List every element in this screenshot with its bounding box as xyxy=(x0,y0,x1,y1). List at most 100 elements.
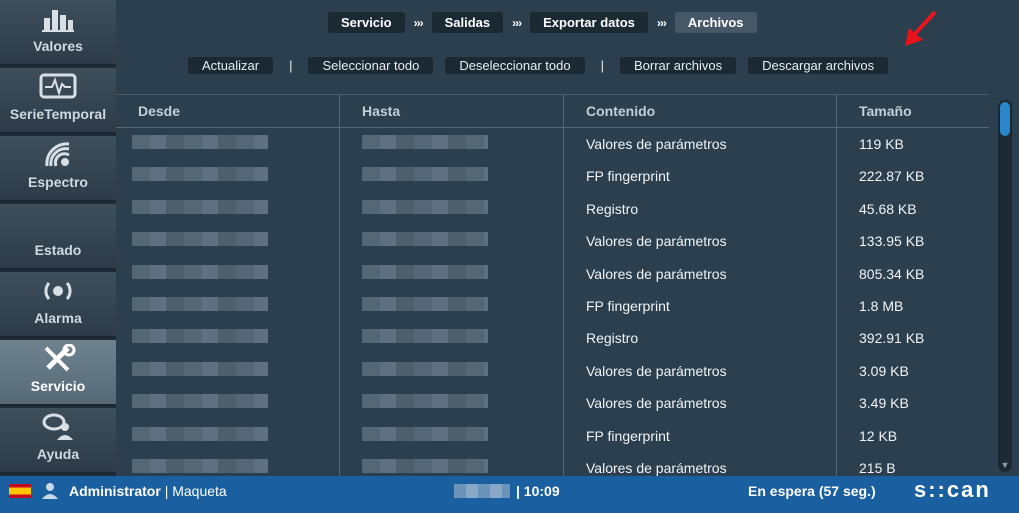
cell-contenido: Valores de parámetros xyxy=(564,128,837,161)
clock: | 10:09 xyxy=(454,483,560,499)
cell-desde xyxy=(116,225,340,258)
sidebar-item-servicio[interactable]: Servicio xyxy=(0,340,116,406)
table-row[interactable]: Valores de parámetros 119 KB xyxy=(116,128,989,161)
cell-hasta xyxy=(340,160,564,193)
scrollbar-thumb[interactable] xyxy=(1000,102,1010,136)
cell-desde xyxy=(116,289,340,323)
redacted-text xyxy=(132,199,268,214)
sidebar-item-ayuda[interactable]: Ayuda xyxy=(0,408,116,474)
sidebar-item-espectro[interactable]: Espectro xyxy=(0,136,116,202)
cell-tamano: 3.09 KB xyxy=(859,362,909,379)
scan-logo: s::can xyxy=(914,477,991,502)
redacted-text xyxy=(362,329,488,344)
redacted-text xyxy=(132,329,268,344)
table-body: Valores de parámetros 119 KB FP fingerprin… xyxy=(116,128,989,476)
select-all-button[interactable]: Seleccionar todo xyxy=(308,57,434,74)
breadcrumb-separator: ››› xyxy=(656,15,667,30)
redacted-text xyxy=(362,361,488,376)
table-header: Desde Hasta Contenido Tamaño xyxy=(116,94,989,128)
redacted-text xyxy=(132,232,268,247)
spain-flag-icon[interactable] xyxy=(9,484,31,498)
table-row[interactable]: Valores de parámetros 805.34 KB xyxy=(116,257,989,290)
redacted-text xyxy=(362,426,488,441)
download-files-button[interactable]: Descargar archivos xyxy=(748,57,889,74)
sidebar-item-alarma[interactable]: Alarma xyxy=(0,272,116,338)
table-row[interactable]: Valores de parámetros 3.09 KB xyxy=(116,354,989,388)
redacted-text xyxy=(132,135,268,149)
redacted-text xyxy=(132,426,268,441)
redacted-text xyxy=(132,264,268,279)
action-toolbar: Actualizar | Seleccionar todo Deseleccio… xyxy=(188,57,889,74)
table-row[interactable]: FP fingerprint 12 KB xyxy=(116,419,989,452)
redacted-text xyxy=(362,167,488,182)
redacted-text xyxy=(362,264,488,279)
sidebar-item-label: Servicio xyxy=(30,378,86,394)
breadcrumb-separator: ››› xyxy=(512,15,522,30)
breadcrumb-salidas[interactable]: Salidas xyxy=(431,12,504,33)
redacted-text xyxy=(362,199,488,214)
refresh-button[interactable]: Actualizar xyxy=(188,57,274,74)
table-row[interactable]: FP fingerprint 222.87 KB xyxy=(116,160,989,193)
cell-contenido: FP fingerprint xyxy=(564,160,837,193)
column-header-hasta[interactable]: Hasta xyxy=(340,95,564,127)
table-row[interactable]: Registro 392.91 KB xyxy=(116,322,989,355)
files-table: Desde Hasta Contenido Tamaño Valores de … xyxy=(116,94,989,476)
redacted-text xyxy=(362,135,488,149)
cell-tamano: 1.8 MB xyxy=(859,297,904,314)
breadcrumb-archivos[interactable]: Archivos xyxy=(674,12,757,33)
cell-desde xyxy=(116,354,340,388)
table-row[interactable]: Registro 45.68 KB xyxy=(116,192,989,226)
cell-desde xyxy=(116,322,340,355)
cell-desde xyxy=(116,128,340,161)
cell-hasta xyxy=(340,419,564,452)
status-text: En espera (57 seg.) xyxy=(748,483,876,499)
column-header-tamano[interactable]: Tamaño xyxy=(837,95,989,127)
cell-desde xyxy=(116,160,340,193)
redacted-text xyxy=(362,232,488,247)
breadcrumb-exportar-datos[interactable]: Exportar datos xyxy=(530,12,648,33)
alarm-icon xyxy=(38,276,78,306)
toolbar-divider: | xyxy=(600,58,604,73)
red-arrow-icon xyxy=(899,8,939,55)
sidebar-item-label: Espectro xyxy=(28,174,88,190)
cell-contenido: Valores de parámetros xyxy=(564,354,837,388)
redacted-text xyxy=(362,296,488,311)
sidebar-item-valores[interactable]: Valores xyxy=(0,0,116,66)
cell-desde xyxy=(116,451,340,476)
sidebar-item-serietemporal[interactable]: SerieTemporal xyxy=(0,68,116,134)
table-row[interactable]: Valores de parámetros 133.95 KB xyxy=(116,225,989,258)
cell-contenido: Valores de parámetros xyxy=(564,257,837,290)
redacted-text xyxy=(132,361,268,376)
table-row[interactable]: Valores de parámetros 215 B xyxy=(116,451,989,476)
column-header-contenido[interactable]: Contenido xyxy=(564,95,837,127)
scroll-down-icon[interactable]: ▼ xyxy=(1000,460,1010,470)
breadcrumb-servicio[interactable]: Servicio xyxy=(328,12,405,33)
table-row[interactable]: FP fingerprint 1.8 MB xyxy=(116,289,989,323)
sidebar-item-label: Valores xyxy=(33,38,83,54)
redacted-text xyxy=(362,458,488,473)
cell-hasta xyxy=(340,289,564,323)
cell-desde xyxy=(116,192,340,226)
cell-tamano: 12 KB xyxy=(859,427,898,444)
cell-hasta xyxy=(340,128,564,161)
sidebar-item-label: SerieTemporal xyxy=(9,106,107,122)
delete-files-button[interactable]: Borrar archivos xyxy=(620,57,737,74)
user-role: Administrator xyxy=(69,483,161,499)
cell-hasta xyxy=(340,192,564,226)
help-icon xyxy=(38,412,78,442)
waveform-icon xyxy=(38,72,78,102)
redacted-date xyxy=(454,484,510,498)
scrollbar[interactable]: ▼ xyxy=(998,100,1012,472)
redacted-text xyxy=(132,296,268,311)
cell-contenido: Registro xyxy=(564,322,837,355)
redacted-text xyxy=(132,458,268,473)
user-info[interactable]: Administrator | Maqueta xyxy=(69,483,227,499)
cell-tamano: 45.68 KB xyxy=(859,200,917,217)
column-header-desde[interactable]: Desde xyxy=(116,95,340,127)
sidebar-item-estado[interactable]: Estado xyxy=(0,204,116,270)
cell-hasta xyxy=(340,257,564,290)
breadcrumb: Servicio ››› Salidas ››› Exportar datos … xyxy=(328,12,757,33)
table-row[interactable]: Valores de parámetros 3.49 KB xyxy=(116,387,989,420)
deselect-all-button[interactable]: Deseleccionar todo xyxy=(445,57,585,74)
cell-tamano: 392.91 KB xyxy=(859,330,925,347)
